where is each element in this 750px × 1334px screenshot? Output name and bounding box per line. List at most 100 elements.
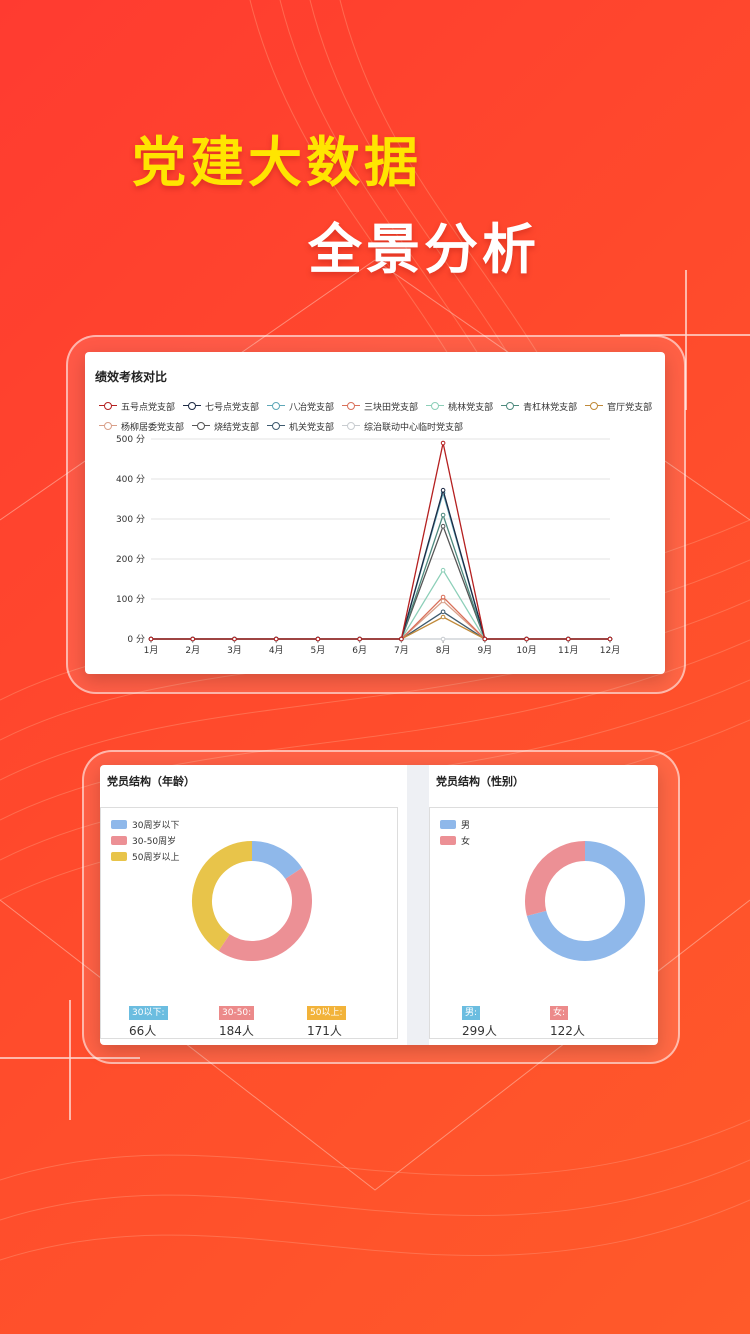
pie-legend-item[interactable]: 女 bbox=[440, 832, 470, 848]
legend-item[interactable]: 官厅党支部 bbox=[585, 399, 652, 413]
donut-slice[interactable] bbox=[525, 841, 586, 916]
headline-big-data: 党建大数据 bbox=[132, 131, 422, 194]
x-tick-label: 4月 bbox=[269, 645, 284, 656]
legend-item[interactable]: 烧结党支部 bbox=[192, 419, 259, 433]
chart-legend: 五号点党支部 七号点党支部 八冶党支部 三块田党支部 桃林党支部 青杠林党支部 官厅党支部杨… bbox=[99, 396, 665, 436]
data-point[interactable] bbox=[440, 523, 446, 529]
y-tick-label: 100 分 bbox=[116, 594, 145, 605]
legend-item[interactable]: 杨柳居委党支部 bbox=[99, 419, 184, 433]
gender-legend: 男女 bbox=[440, 816, 470, 848]
data-point[interactable] bbox=[440, 567, 446, 573]
data-point[interactable] bbox=[273, 636, 279, 642]
pie-legend-item[interactable]: 50周岁以上 bbox=[111, 848, 179, 864]
donut-slice[interactable] bbox=[251, 841, 302, 880]
pie-legend-swatch bbox=[111, 835, 127, 845]
data-point[interactable] bbox=[607, 636, 613, 642]
headline-panorama: 全景分析 bbox=[308, 218, 540, 281]
data-point[interactable] bbox=[440, 512, 446, 518]
stat-tag: 男: bbox=[462, 1006, 481, 1020]
gender-structure-panel: 党员结构（性别） 男女 男: 299人 女: 122人 bbox=[429, 765, 658, 1045]
data-point[interactable] bbox=[440, 440, 446, 446]
x-tick-label: 7月 bbox=[394, 645, 409, 656]
legend-swatch bbox=[99, 401, 117, 411]
data-point[interactable] bbox=[399, 636, 404, 642]
legend-label: 烧结党支部 bbox=[214, 422, 260, 433]
data-point[interactable] bbox=[440, 594, 446, 600]
x-tick-label: 11月 bbox=[558, 645, 578, 656]
data-point[interactable] bbox=[565, 636, 571, 642]
data-point[interactable] bbox=[440, 636, 446, 642]
pie-legend-swatch bbox=[440, 835, 456, 845]
x-tick-label: 2月 bbox=[185, 645, 200, 656]
x-tick-label: 10月 bbox=[516, 645, 536, 656]
legend-swatch bbox=[183, 401, 202, 411]
series-line bbox=[151, 568, 610, 640]
pie-legend-item[interactable]: 30-50周岁 bbox=[111, 832, 179, 848]
series-line bbox=[151, 487, 610, 640]
pie-legend-swatch bbox=[440, 819, 456, 829]
data-point[interactable] bbox=[148, 636, 154, 642]
stat-value: 66人 bbox=[129, 1024, 157, 1038]
line-chart: 0 分 100 分 200 分 300 分 400 分 500 分 1月 2月 3月 4月 5月 6月… bbox=[116, 434, 620, 656]
stat-tag: 30以下: bbox=[129, 1006, 168, 1020]
y-tick-label: 300 分 bbox=[116, 514, 145, 525]
data-point[interactable] bbox=[524, 636, 529, 642]
series-line bbox=[151, 596, 610, 640]
donut-slice[interactable] bbox=[192, 841, 253, 951]
stat-tag: 30-50: bbox=[219, 1006, 255, 1020]
legend-swatch bbox=[426, 401, 445, 411]
series-line bbox=[151, 512, 610, 640]
data-point[interactable] bbox=[440, 598, 446, 604]
data-point[interactable] bbox=[440, 609, 446, 615]
data-point[interactable] bbox=[357, 636, 362, 642]
data-point[interactable] bbox=[440, 614, 446, 620]
legend-label: 官厅党支部 bbox=[607, 402, 653, 413]
stat-tag: 50以上: bbox=[307, 1006, 346, 1020]
age-panel-title: 党员结构（年龄） bbox=[107, 775, 195, 788]
gender-donut-chart bbox=[525, 841, 645, 961]
y-tick-label: 200 分 bbox=[116, 554, 145, 565]
legend-swatch bbox=[192, 421, 211, 431]
pie-legend-label: 30-50周岁 bbox=[132, 836, 177, 847]
y-tick-label: 400 分 bbox=[116, 474, 145, 485]
gender-chart-box: 男女 男: 299人 女: 122人 bbox=[429, 807, 658, 1039]
data-point[interactable] bbox=[315, 636, 321, 642]
pie-legend-item[interactable]: 30周岁以下 bbox=[111, 816, 179, 832]
y-tick-label: 0 分 bbox=[127, 634, 145, 645]
legend-item[interactable]: 综治联动中心临时党支部 bbox=[342, 419, 463, 433]
legend-label: 桃林党支部 bbox=[448, 402, 494, 413]
pie-legend-item[interactable]: 男 bbox=[440, 816, 470, 832]
data-point[interactable] bbox=[482, 636, 488, 642]
x-tick-label: 3月 bbox=[227, 645, 242, 656]
member-structure-card: 党员结构（年龄） 30周岁以下 30-50周岁 50周岁以上 30以下: 66人 30-… bbox=[100, 765, 658, 1045]
legend-item[interactable]: 桃林党支部 bbox=[426, 399, 493, 413]
data-point[interactable] bbox=[190, 636, 196, 642]
data-point[interactable] bbox=[440, 487, 446, 493]
data-point[interactable] bbox=[232, 636, 237, 642]
legend-item[interactable]: 五号点党支部 bbox=[99, 399, 175, 413]
stat-tag: 女: bbox=[550, 1006, 569, 1020]
stat-block: 30以下: 66人 bbox=[129, 1000, 168, 1039]
donut-slice[interactable] bbox=[218, 867, 312, 961]
legend-item[interactable]: 机关党支部 bbox=[267, 419, 334, 433]
legend-swatch bbox=[267, 421, 286, 431]
pie-legend-label: 30周岁以下 bbox=[132, 820, 180, 831]
series-line bbox=[151, 524, 610, 640]
legend-item[interactable]: 青杠林党支部 bbox=[501, 399, 577, 413]
legend-label: 五号点党支部 bbox=[121, 402, 176, 413]
legend-swatch bbox=[99, 421, 117, 431]
legend-item[interactable]: 三块田党支部 bbox=[342, 399, 418, 413]
legend-label: 机关党支部 bbox=[289, 422, 335, 433]
pie-legend-label: 女 bbox=[461, 836, 471, 847]
legend-label: 青杠林党支部 bbox=[523, 402, 578, 413]
stat-block: 女: 122人 bbox=[550, 1000, 585, 1039]
legend-item[interactable]: 八冶党支部 bbox=[267, 399, 334, 413]
stat-block: 男: 299人 bbox=[462, 1000, 497, 1039]
stat-block: 50以上: 171人 bbox=[307, 1000, 346, 1039]
x-tick-label: 12月 bbox=[600, 645, 620, 656]
series-line bbox=[151, 600, 610, 640]
legend-label: 七号点党支部 bbox=[205, 402, 260, 413]
x-tick-label: 1月 bbox=[144, 645, 159, 656]
legend-item[interactable]: 七号点党支部 bbox=[183, 399, 259, 413]
legend-swatch bbox=[267, 401, 286, 411]
